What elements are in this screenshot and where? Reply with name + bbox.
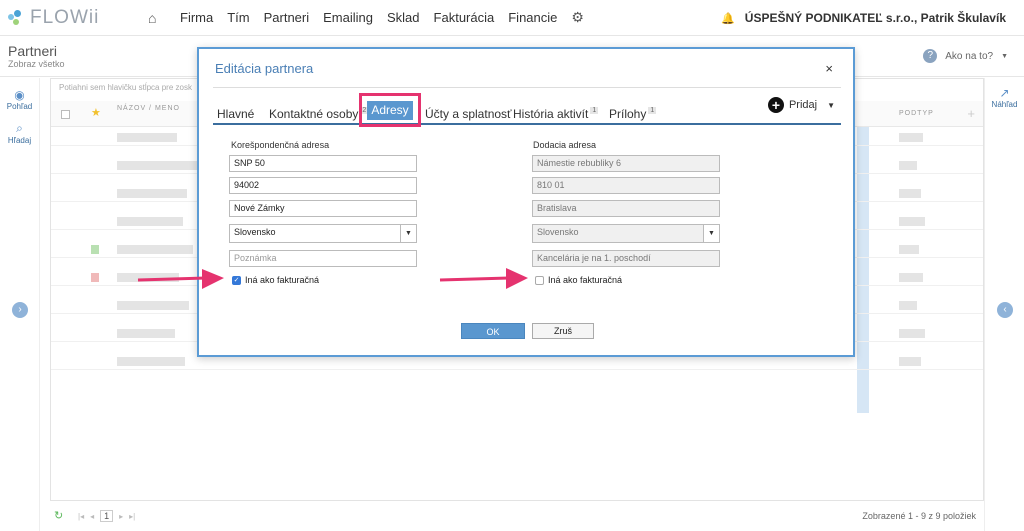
chevron-right-icon[interactable]: › <box>12 302 28 318</box>
grid-group-hint: Potiahni sem hlavičku stĺpca pre zosk <box>59 83 192 92</box>
column-header-type[interactable]: PODTYP <box>899 110 934 117</box>
correspondence-title: Korešpondenčná adresa <box>231 140 330 150</box>
eye-icon: ◉ <box>14 88 25 102</box>
grid-footer: ↻ |◂ ◂ 1 ▸ ▸| Zobrazené 1 - 9 z 9 položi… <box>50 506 984 526</box>
next-page-icon[interactable]: ▸ <box>119 512 123 521</box>
dialog-title: Editácia partnera <box>215 61 314 76</box>
left-sidebar: ◉ Pohľad ⌕ Hľadaj › <box>0 78 40 531</box>
correspondence-note-field[interactable]: Poznámka <box>229 250 417 267</box>
bell-icon[interactable]: 🔔 <box>721 12 735 25</box>
preview-button[interactable]: ↗ Náhľad <box>985 86 1024 109</box>
tab-history[interactable]: História aktivít 1 <box>513 107 599 121</box>
logo-icon <box>8 9 24 26</box>
divider <box>213 87 841 88</box>
nav-item-emailing[interactable]: Emailing <box>323 10 373 25</box>
dialog-tabs: Hlavné Kontaktné osoby 2 Adresy Účty a sp… <box>213 93 841 127</box>
delivery-title: Dodacia adresa <box>533 140 597 150</box>
top-navigation: FLOWii ⌂ Firma Tím Partneri Emailing Skl… <box>0 0 1024 36</box>
nav-item-sklad[interactable]: Sklad <box>387 10 420 25</box>
home-icon[interactable]: ⌂ <box>148 11 162 25</box>
correspondence-zip-field[interactable]: 94002 <box>229 177 417 194</box>
search-button[interactable]: ⌕ Hľadaj <box>0 121 39 145</box>
nav-item-financie[interactable]: Financie <box>508 10 557 25</box>
view-button[interactable]: ◉ Pohľad <box>0 88 39 111</box>
delivery-city-field[interactable]: Bratislava <box>532 200 720 217</box>
delivery-note-field[interactable]: Kancelária je na 1. poschodí <box>532 250 720 267</box>
correspondence-billing-label: Iná ako fakturačná <box>245 275 320 285</box>
delivery-street-field[interactable]: Námestie rebubliky 6 <box>532 155 720 172</box>
tab-accounts[interactable]: Účty a splatnosť <box>425 107 512 121</box>
delivery-zip-field[interactable]: 810 01 <box>532 177 720 194</box>
chevron-down-icon[interactable]: ▼ <box>703 225 719 242</box>
refresh-icon[interactable]: ↻ <box>54 509 63 522</box>
active-tab-highlight: Adresy <box>359 93 421 127</box>
view-label: Pohľad <box>6 102 33 111</box>
cancel-button[interactable]: Zruš <box>532 323 594 339</box>
help-label: Ako na to? <box>945 50 994 62</box>
delivery-billing-checkbox[interactable] <box>535 276 544 285</box>
add-column-icon[interactable]: + <box>967 106 975 121</box>
chevron-down-icon: ▼ <box>1001 52 1008 60</box>
delivery-country-select[interactable]: Slovensko ▼ <box>532 224 720 243</box>
correspondence-street-field[interactable]: SNP 50 <box>229 155 417 172</box>
correspondence-billing-checkbox[interactable]: ✓ <box>232 276 241 285</box>
search-label: Hľadaj <box>7 136 32 145</box>
help-icon: ? <box>923 49 938 63</box>
column-header-name[interactable]: NÁZOV / MENO <box>117 105 180 112</box>
annotation-arrow-left <box>137 269 224 289</box>
help-link[interactable]: ? Ako na to? ▼ <box>923 49 1008 63</box>
ok-button[interactable]: OK <box>461 323 525 339</box>
page-subtitle[interactable]: Zobraz všetko <box>8 59 65 69</box>
chevron-down-icon[interactable]: ▼ <box>400 225 416 242</box>
first-page-icon[interactable]: |◂ <box>78 512 84 521</box>
chevron-left-icon[interactable]: ‹ <box>997 302 1013 318</box>
tab-attachments[interactable]: Prílohy 1 <box>609 107 657 121</box>
preview-label: Náhľad <box>991 100 1018 109</box>
tab-contacts[interactable]: Kontaktné osoby 2 <box>269 107 369 121</box>
logo-text: FLOWii <box>30 6 100 28</box>
nav-item-tim[interactable]: Tím <box>227 10 249 25</box>
delivery-billing-label: Iná ako fakturačná <box>548 275 623 285</box>
select-all-checkbox[interactable] <box>61 110 70 119</box>
page-title: Partneri <box>8 43 58 59</box>
annotation-arrow-right <box>439 268 528 289</box>
tab-main[interactable]: Hlavné <box>217 107 254 121</box>
external-link-icon: ↗ <box>999 86 1010 100</box>
nav-item-partneri[interactable]: Partneri <box>264 10 310 25</box>
add-button[interactable]: + Pridaj ▼ <box>767 97 835 113</box>
pager-info: Zobrazené 1 - 9 z 9 položiek <box>862 511 976 521</box>
correspondence-city-field[interactable]: Nové Zámky <box>229 200 417 217</box>
prev-page-icon[interactable]: ◂ <box>90 512 94 521</box>
plus-icon: + <box>767 97 784 113</box>
pager: |◂ ◂ 1 ▸ ▸| <box>78 510 135 522</box>
chevron-down-icon[interactable]: ▼ <box>827 101 835 110</box>
tab-badge: 1 <box>590 107 599 114</box>
gear-icon[interactable]: ⚙ <box>571 9 584 26</box>
company-menu[interactable]: 🔔 ÚSPEŠNÝ PODNIKATEĽ s.r.o., Patrik Škul… <box>721 11 1006 25</box>
edit-partner-dialog: Editácia partnera × Hlavné Kontaktné oso… <box>197 47 855 357</box>
nav-item-fakturacia[interactable]: Fakturácia <box>434 10 495 25</box>
current-page[interactable]: 1 <box>100 510 114 522</box>
last-page-icon[interactable]: ▸| <box>129 512 135 521</box>
correspondence-country-value: Slovensko <box>234 227 276 237</box>
nav-item-firma[interactable]: Firma <box>180 10 213 25</box>
add-label: Pridaj <box>788 99 818 111</box>
star-icon[interactable]: ★ <box>91 106 101 119</box>
company-name: ÚSPEŠNÝ PODNIKATEĽ s.r.o., Patrik Škulav… <box>744 11 1006 25</box>
search-icon: ⌕ <box>16 121 23 135</box>
delivery-country-value: Slovensko <box>537 227 579 237</box>
tab-addresses[interactable]: Adresy <box>367 101 413 120</box>
tab-badge: 1 <box>648 107 657 114</box>
correspondence-country-select[interactable]: Slovensko ▼ <box>229 224 417 243</box>
close-icon[interactable]: × <box>825 61 833 76</box>
logo[interactable]: FLOWii <box>8 7 138 29</box>
right-sidebar: ↗ Náhľad ‹ <box>984 78 1024 531</box>
